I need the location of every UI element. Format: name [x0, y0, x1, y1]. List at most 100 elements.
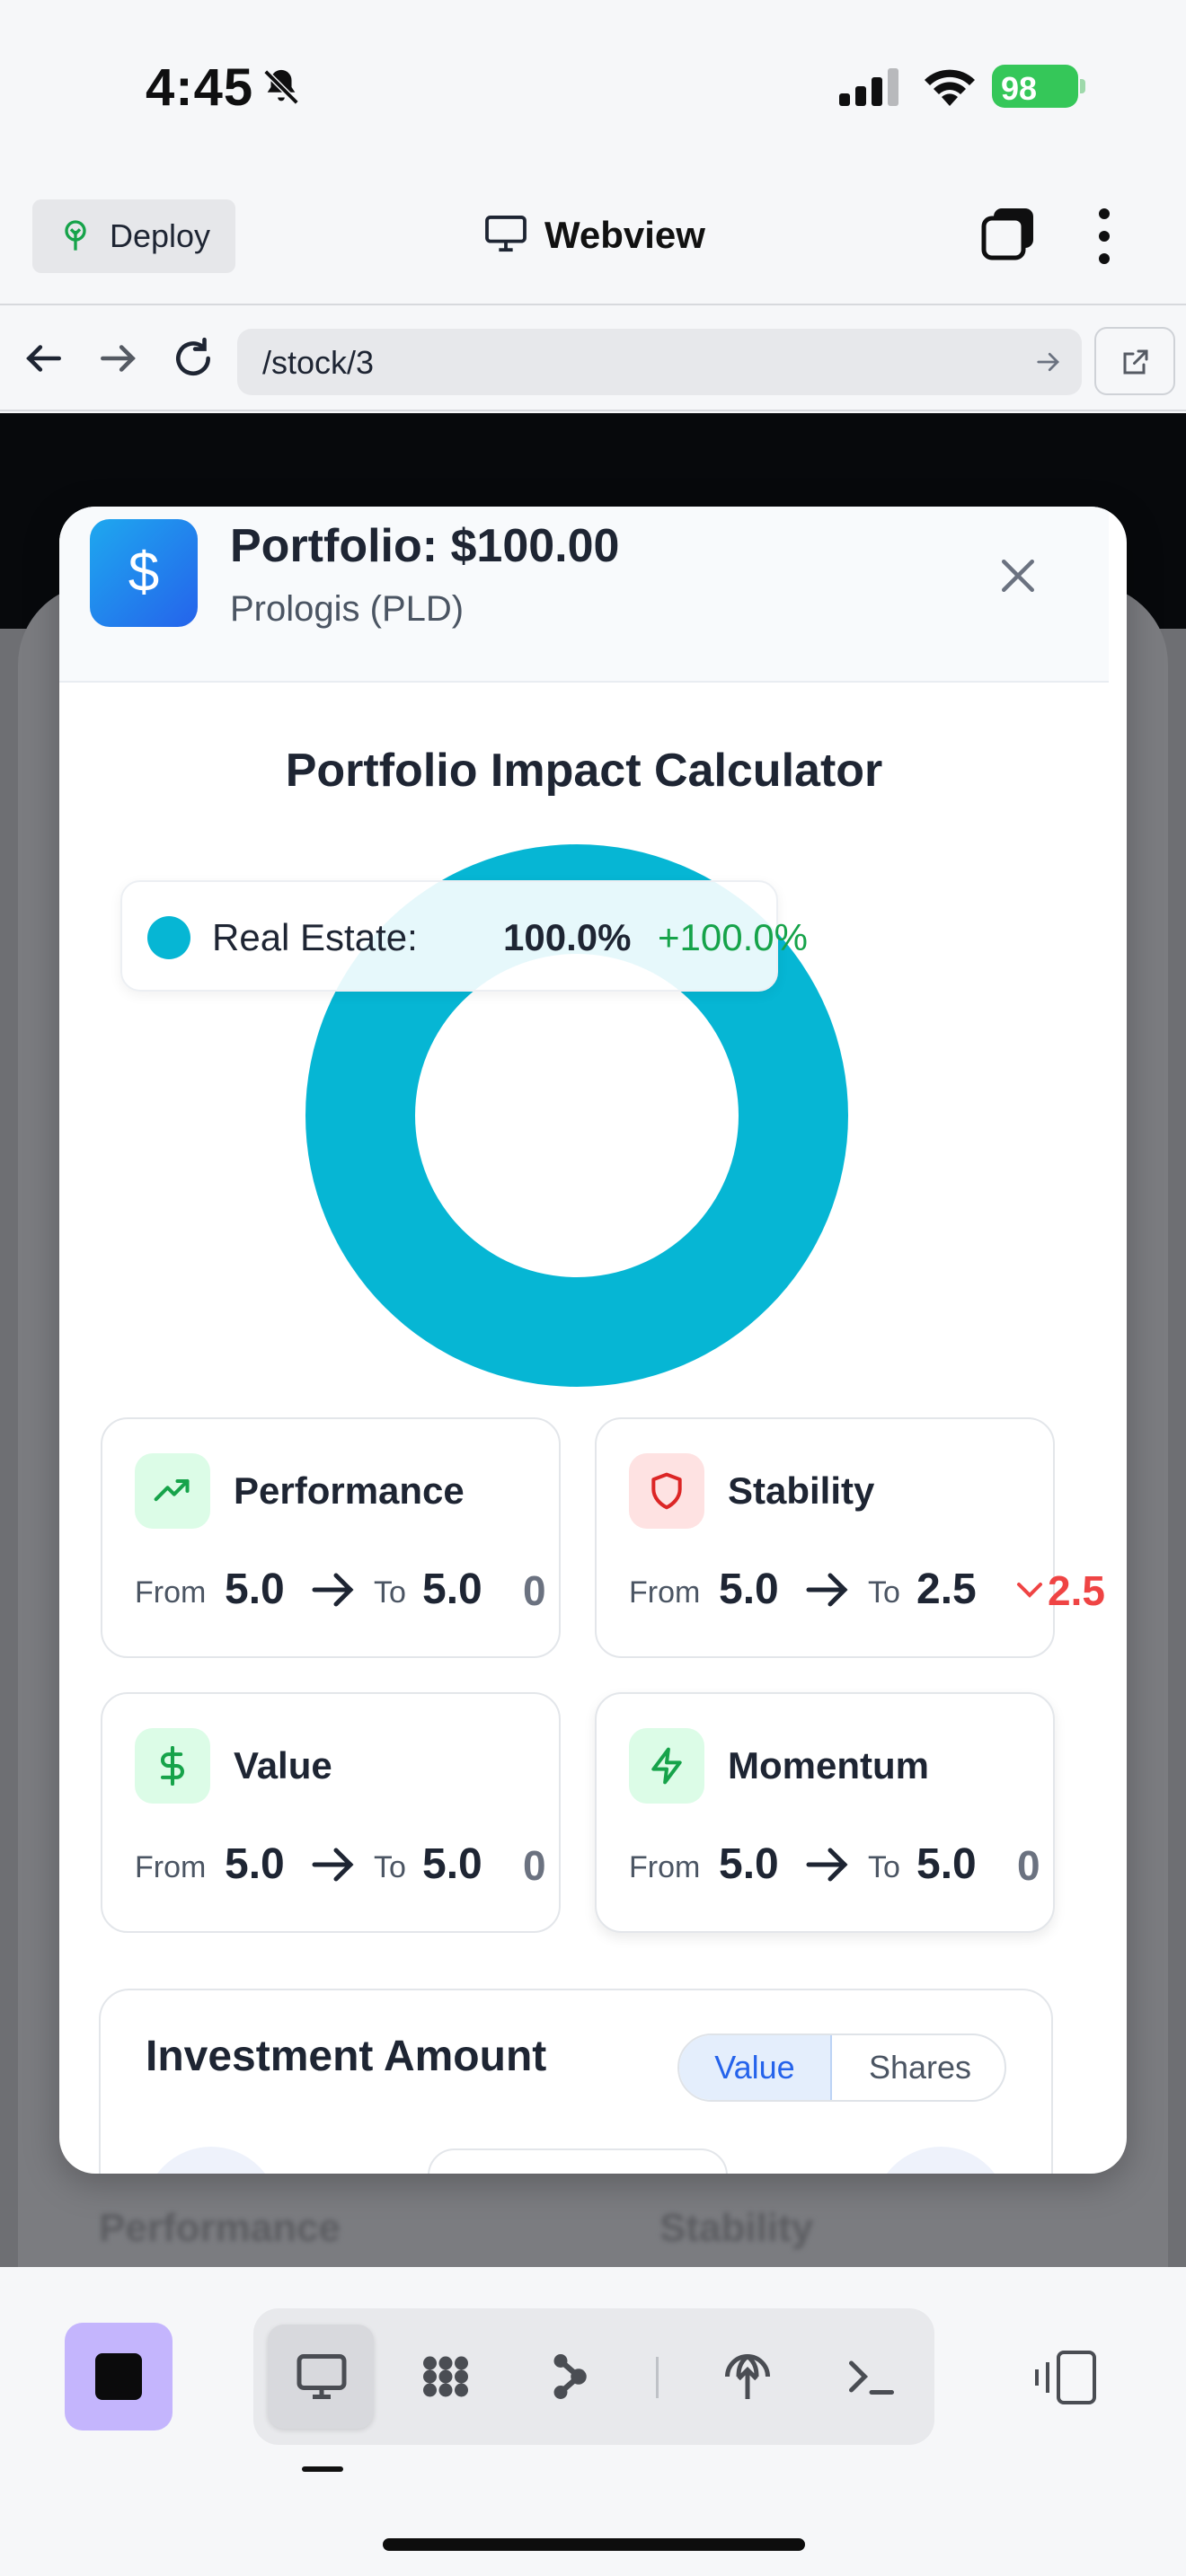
- metric-to-label: To: [868, 1850, 900, 1884]
- metric-from-label: From: [629, 1850, 701, 1884]
- bottom-toolbar: [0, 2267, 1186, 2576]
- arrow-right-icon: [806, 1573, 848, 1607]
- status-time: 4:45: [146, 58, 254, 117]
- go-arrow-icon[interactable]: [1035, 348, 1062, 375]
- amount-input[interactable]: [428, 2148, 728, 2174]
- dollar-logo-icon: $: [128, 542, 160, 604]
- open-external-button[interactable]: [1094, 327, 1175, 395]
- device-toggle-icon[interactable]: [1031, 2350, 1098, 2405]
- tabs-icon[interactable]: [981, 207, 1037, 262]
- metric-from-value: 5.0: [719, 1840, 779, 1888]
- metric-change: 2.5: [1048, 1567, 1105, 1614]
- webview-tool-button[interactable]: [268, 2325, 374, 2429]
- back-arrow-icon[interactable]: [22, 336, 66, 381]
- metric-change: 0: [523, 1842, 546, 1889]
- monitor-icon: [485, 216, 527, 252]
- grid-tool-button[interactable]: [392, 2325, 498, 2429]
- metric-from-value: 5.0: [225, 1566, 285, 1613]
- calculator-title: Portfolio Impact Calculator: [285, 745, 883, 797]
- increase-button[interactable]: [873, 2147, 1008, 2174]
- tooltip-percent: 100.0%: [503, 916, 632, 958]
- tool-group: [253, 2308, 934, 2445]
- backdrop-label-stability: Stability: [659, 2206, 814, 2250]
- metric-from-label: From: [135, 1850, 207, 1884]
- chart-tooltip: Real Estate: 100.0% +100.0%: [120, 880, 808, 992]
- metric-to-value: 2.5: [916, 1566, 977, 1613]
- metric-icon-box: [135, 1453, 210, 1529]
- portfolio-modal: $ Portfolio: $100.00 Prologis (PLD) Port…: [59, 507, 1127, 2174]
- toolbar-separator: [656, 2357, 659, 2398]
- stop-button[interactable]: [65, 2323, 173, 2430]
- more-options-icon[interactable]: [1091, 207, 1118, 266]
- monitor-icon: [296, 2354, 347, 2399]
- zap-icon: [651, 1747, 682, 1785]
- branch-icon: [553, 2354, 587, 2399]
- backdrop-label-performance: Performance: [99, 2206, 341, 2250]
- investment-amount-title: Investment Amount: [146, 2033, 547, 2080]
- arrow-right-icon: [312, 1848, 354, 1882]
- metric-card-stability: Stability From 5.0 To 2.5 2.5: [595, 1417, 1105, 1658]
- reload-icon[interactable]: [171, 336, 216, 381]
- metric-name: Stability: [728, 1469, 875, 1512]
- battery-level: 98: [1001, 70, 1038, 107]
- legend-dot: [147, 916, 190, 959]
- metric-card-value: Value From 5.0 To 5.0 0: [101, 1692, 561, 1933]
- home-indicator: [383, 2538, 805, 2551]
- forward-arrow-icon[interactable]: [95, 336, 140, 381]
- stock-logo: $: [90, 519, 198, 627]
- wifi-icon: [925, 69, 975, 106]
- modal-title: Portfolio: $100.00: [230, 520, 620, 572]
- metric-from-label: From: [135, 1575, 207, 1610]
- browser-nav-bar: /stock/3: [0, 307, 1186, 411]
- amount-mode-toggle: Value Shares: [677, 2033, 1006, 2102]
- metric-change: 0: [523, 1567, 546, 1614]
- deploy-tree-icon: [65, 220, 86, 251]
- shield-icon: [651, 1472, 682, 1510]
- url-input[interactable]: /stock/3: [237, 329, 1082, 395]
- metric-icon-box: [629, 1453, 704, 1529]
- deploy-button[interactable]: Deploy: [32, 199, 235, 273]
- metric-card-momentum: Momentum From 5.0 To 5.0 0: [595, 1692, 1055, 1933]
- investment-amount-card: Investment Amount Value Shares: [99, 1989, 1053, 2174]
- tooltip-sector: Real Estate:: [212, 916, 418, 958]
- external-link-icon: [1123, 349, 1148, 375]
- metric-to-label: To: [374, 1575, 406, 1610]
- url-text: /stock/3: [262, 344, 375, 381]
- metric-change: 0: [1017, 1842, 1040, 1889]
- active-tab-indicator: [302, 2466, 343, 2472]
- metric-to-value: 5.0: [422, 1840, 482, 1888]
- deploy-label: Deploy: [110, 217, 211, 254]
- modal-subtitle: Prologis (PLD): [230, 589, 465, 629]
- signal-icon: [839, 68, 898, 106]
- branch-tool-button[interactable]: [516, 2325, 622, 2429]
- metric-from-value: 5.0: [719, 1566, 779, 1613]
- metric-to-value: 5.0: [916, 1840, 977, 1888]
- metric-icon-box: [135, 1728, 210, 1804]
- metric-name: Performance: [234, 1469, 465, 1512]
- webview-title-label: Webview: [544, 214, 705, 256]
- arrow-right-icon: [312, 1573, 354, 1607]
- metric-to-value: 5.0: [422, 1566, 482, 1613]
- dollar-icon: [160, 1746, 184, 1786]
- toggle-shares-button[interactable]: Shares: [834, 2035, 1005, 2100]
- terminal-icon: [849, 2360, 894, 2395]
- toggle-value-button[interactable]: Value: [679, 2035, 832, 2100]
- metric-name: Momentum: [728, 1744, 929, 1786]
- decrease-button[interactable]: [144, 2147, 279, 2174]
- metric-from-value: 5.0: [225, 1840, 285, 1888]
- tooltip-change: +100.0%: [658, 916, 808, 958]
- battery-indicator: 98: [992, 65, 1085, 108]
- metric-icon-box: [629, 1728, 704, 1804]
- arrow-right-icon: [806, 1848, 848, 1882]
- status-bar: 4:45 98: [0, 0, 1186, 171]
- terminal-tool-button[interactable]: [818, 2325, 924, 2429]
- bell-off-icon: [263, 69, 299, 105]
- metric-card-performance: Performance From 5.0 To 5.0 0: [101, 1417, 561, 1658]
- metric-name: Value: [234, 1744, 332, 1786]
- close-icon[interactable]: [994, 551, 1042, 600]
- chevron-down-icon: [1017, 1583, 1042, 1598]
- deploy-tool-button[interactable]: [694, 2325, 800, 2429]
- modal-header: $ Portfolio: $100.00 Prologis (PLD): [59, 507, 1109, 683]
- dots-grid-icon: [423, 2356, 468, 2397]
- globe-upload-icon: [725, 2354, 770, 2399]
